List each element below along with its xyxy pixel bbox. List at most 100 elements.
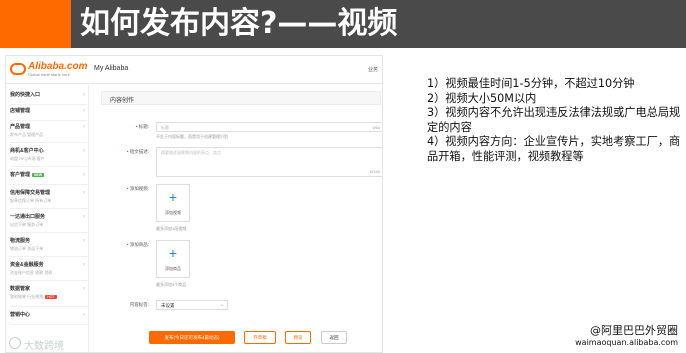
- hot-badge: HOT: [45, 294, 57, 299]
- sidebar-item-sublinks[interactable]: 出货下单 服务订单: [10, 222, 87, 228]
- tag-label: 内容标签:: [129, 302, 149, 307]
- chevron-right-icon: ›: [83, 124, 85, 130]
- chevron-right-icon: ›: [83, 286, 85, 292]
- header-business-link[interactable]: 业务: [368, 66, 378, 73]
- sidebar-item-finance[interactable]: 资金&金融服务 资金账户信息 收款 贷款 ›: [10, 261, 87, 281]
- alibaba-logo[interactable]: Alibaba.com Global trade starts here: [10, 61, 87, 79]
- required-marker: •: [126, 186, 129, 191]
- sidebar-item-trade-assurance[interactable]: 信用保障交易管理 起草信保订单 所有订单 ›: [10, 189, 87, 209]
- sidebar: 我的快捷入口 › 店铺管理 › 产品管理 发布产品 管理产品 › 商机&客户中心…: [6, 85, 89, 352]
- video-label: • 添加视频:: [126, 186, 149, 191]
- sidebar-item-sublinks[interactable]: 发布产品 管理产品: [10, 132, 87, 138]
- sidebar-item-sublinks[interactable]: 询盘 RFQ市场 客户: [10, 156, 87, 162]
- guideline-item: 1）视频最佳时间1-5分钟，不超过10分钟: [427, 77, 635, 90]
- sidebar-item-label: 营销中心: [10, 312, 31, 318]
- plus-icon: +: [168, 189, 178, 205]
- description-label-text: 短文描述: [129, 149, 148, 154]
- chevron-right-icon: ›: [83, 262, 85, 268]
- sidebar-item-sublinks[interactable]: 起草信保订单 所有订单: [10, 198, 87, 204]
- sidebar-item-sublinks[interactable]: 物流订单 承运下单: [10, 246, 87, 252]
- section-title: 内容创作: [110, 98, 135, 104]
- guideline-item: 2）视频大小50M以内: [427, 91, 537, 105]
- sidebar-item-label: 资金&金融服务: [10, 262, 44, 268]
- tag-label-text: 内容标签: [129, 302, 148, 307]
- back-button[interactable]: 返回: [321, 331, 347, 344]
- description-label: • 短文描述:: [126, 149, 149, 154]
- chevron-right-icon: ›: [83, 312, 85, 318]
- watermark-text: 大数跨境: [24, 341, 64, 352]
- sidebar-item-store[interactable]: 店铺管理 ›: [10, 107, 87, 121]
- content-create-form: 内容创作 • 标题: 标题 0/64 不乱于内容标题，而是用于创建管理识别 • …: [101, 85, 382, 352]
- source-credit: @阿里巴巴外贸圈 waimaoquan.alibaba.com: [575, 322, 678, 347]
- required-marker: •: [135, 124, 138, 129]
- sidebar-sub-text: 我的效果 行业视角: [10, 294, 44, 299]
- sidebar-item-logistics[interactable]: 物流服务 物流订单 承运下单 ›: [10, 237, 87, 257]
- add-video-text: 添加视频: [165, 210, 181, 215]
- chevron-right-icon: ›: [83, 148, 85, 154]
- tag-select-value: 未设置: [161, 303, 175, 308]
- plus-icon: +: [168, 245, 178, 261]
- slide-title: 如何发布内容?——视频: [80, 6, 398, 41]
- chevron-right-icon: ›: [83, 190, 85, 196]
- sidebar-item-products[interactable]: 产品管理 发布产品 管理产品 ›: [10, 123, 87, 143]
- title-label: • 标题:: [135, 124, 149, 129]
- chevron-right-icon: ›: [83, 92, 85, 98]
- chevron-down-icon: ⌄: [219, 302, 224, 308]
- preview-button[interactable]: 预览: [285, 331, 311, 344]
- add-product-button[interactable]: + 添加商品: [156, 240, 190, 278]
- guideline-item: 3）视频内容不允许出现违反法律法规或广电总局规定的内容: [427, 106, 681, 134]
- credit-handle: @阿里巴巴外贸圈: [590, 324, 678, 337]
- product-label: • 添加商品:: [126, 242, 149, 247]
- description-char-count: 0/140: [369, 169, 380, 174]
- sidebar-item-label: 物流服务: [10, 238, 31, 244]
- alibaba-smile-icon: [10, 63, 26, 75]
- logo-text: Alibaba.com: [28, 61, 88, 72]
- credit-site: waimaoquan.alibaba.com: [575, 338, 678, 347]
- header-accent-block: [0, 0, 71, 48]
- sidebar-item-data[interactable]: 数据管家 我的效果 行业视角 HOT ›: [10, 285, 87, 307]
- sidebar-item-export-service[interactable]: 一达通出口服务 出货下单 服务订单 ›: [10, 213, 87, 233]
- product-hint: 最多添加3个商品: [156, 282, 187, 287]
- video-label-text: 添加视频: [129, 186, 148, 191]
- sidebar-item-opportunities[interactable]: 商机&客户中心 询盘 RFQ市场 客户 ›: [10, 147, 87, 167]
- alibaba-screenshot: Alibaba.com Global trade starts here My …: [5, 55, 383, 353]
- sidebar-item-label: 店铺管理: [10, 108, 31, 114]
- tag-select[interactable]: 未设置 ⌄: [156, 300, 228, 310]
- title-input[interactable]: 标题 0/64: [156, 122, 382, 132]
- logo-tagline: Global trade starts here: [28, 72, 70, 77]
- title-label-text: 标题: [138, 124, 148, 129]
- sidebar-item-label: 我的快捷入口: [10, 92, 41, 98]
- sidebar-item-customers[interactable]: 客户管理 NEW ›: [10, 171, 87, 185]
- slide: 如何发布内容?——视频 Alibaba.com Global trade sta…: [0, 0, 686, 353]
- sidebar-item-label: 商机&客户中心: [10, 148, 44, 154]
- title-char-count: 0/64: [372, 125, 380, 130]
- title-hint: 不乱于内容标题，而是用于创建管理识别: [156, 134, 228, 139]
- product-label-text: 添加商品: [129, 242, 148, 247]
- sidebar-item-label: 数据管家: [10, 286, 31, 292]
- new-badge: NEW: [32, 172, 45, 177]
- sidebar-item-sublinks[interactable]: 资金账户信息 收款 贷款: [10, 270, 87, 276]
- sidebar-item-label: 一达通出口服务: [10, 214, 46, 220]
- section-header: 内容创作: [101, 91, 381, 105]
- sidebar-item-label: 信用保障交易管理: [10, 190, 51, 196]
- save-draft-button[interactable]: 存草稿: [244, 331, 276, 344]
- add-video-button[interactable]: + 添加视频: [156, 184, 190, 222]
- sidebar-item-text: 客户管理: [10, 172, 31, 178]
- title-placeholder: 标题: [161, 125, 169, 130]
- watermark-logo-icon: [9, 337, 21, 349]
- chevron-right-icon: ›: [83, 214, 85, 220]
- chevron-right-icon: ›: [83, 238, 85, 244]
- chevron-right-icon: ›: [83, 108, 85, 114]
- publish-button[interactable]: 发布(今日还可发布4篇动态): [149, 331, 235, 344]
- sidebar-item-shortcuts[interactable]: 我的快捷入口 ›: [10, 91, 87, 105]
- add-product-text: 添加商品: [165, 266, 181, 271]
- required-marker: •: [126, 149, 129, 154]
- description-placeholder: 简要描述该视频内容的亮点、卖点: [161, 150, 221, 155]
- description-textarea[interactable]: 简要描述该视频内容的亮点、卖点 0/140: [156, 147, 382, 177]
- slide-header: 如何发布内容?——视频: [0, 0, 686, 48]
- sidebar-item-marketing[interactable]: 营销中心 ›: [10, 311, 87, 325]
- sidebar-item-sublinks[interactable]: 我的效果 行业视角 HOT: [10, 294, 87, 300]
- guideline-item: 4）视频内容方向：企业宣传片，实地考察工厂，商品开箱，性能评测，视频教程等: [427, 135, 681, 163]
- required-marker: •: [126, 242, 129, 247]
- app-header-title: My Alibaba: [94, 65, 129, 72]
